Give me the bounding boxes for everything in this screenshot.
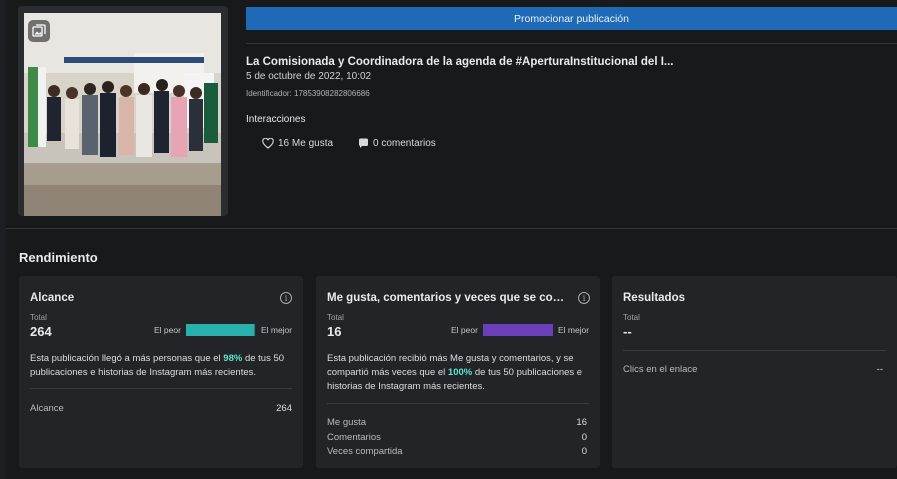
carousel-icon xyxy=(28,20,50,42)
engagement-title: Me gusta, comentarios y veces que se com… xyxy=(327,292,567,304)
reach-total-label: Total xyxy=(30,313,47,322)
engagement-description: Esta publicación recibió más Me gusta y … xyxy=(327,353,583,392)
divider xyxy=(6,228,897,229)
promote-post-button[interactable]: Promocionar publicación xyxy=(246,7,897,30)
shares-row: Veces compartida 0 xyxy=(327,446,587,457)
divider xyxy=(623,350,886,351)
scale-best-label: El mejor xyxy=(260,325,293,335)
interactions-heading: Interacciones xyxy=(246,114,306,125)
link-clicks-row: Clics en el enlace -- xyxy=(623,364,883,375)
engagement-card: Me gusta, comentarios y veces que se com… xyxy=(316,276,600,468)
comments-row: Comentarios 0 xyxy=(327,432,587,443)
likes-count: 16 Me gusta xyxy=(278,138,334,149)
divider xyxy=(246,43,897,44)
reach-title: Alcance xyxy=(30,292,75,304)
scale-best-label: El mejor xyxy=(557,325,590,335)
likes-metric: 16 Me gusta xyxy=(262,138,333,149)
results-total-label: Total xyxy=(623,313,640,322)
info-icon[interactable]: i xyxy=(578,292,590,304)
reach-row: Alcance 264 xyxy=(30,403,292,414)
divider xyxy=(327,403,589,404)
comments-count: 0 comentarios xyxy=(373,138,436,149)
post-thumbnail[interactable] xyxy=(18,6,228,216)
reach-total-value: 264 xyxy=(30,324,52,339)
results-total-value: -- xyxy=(623,324,632,339)
engagement-total-value: 16 xyxy=(327,324,342,339)
scale-worst-label: El peor xyxy=(451,325,478,335)
post-identifier: Identificador: 17853908282806686 xyxy=(246,89,370,98)
engagement-comparison-scale: El peor El mejor xyxy=(451,324,589,336)
reach-percent-highlight: 98% xyxy=(223,353,243,364)
comments-metric: 0 comentarios xyxy=(358,138,436,149)
comment-icon xyxy=(359,138,368,148)
results-card: Resultados Total -- Clics en el enlace -- xyxy=(612,276,897,468)
post-title: La Comisionada y Coordinadora de la agen… xyxy=(246,56,674,68)
engagement-comparison-bar xyxy=(482,324,553,336)
post-date: 5 de octubre de 2022, 10:02 xyxy=(246,71,372,82)
divider xyxy=(30,388,292,389)
reach-description: Esta publicación llegó a más personas qu… xyxy=(30,353,285,378)
reach-comparison-bar xyxy=(185,324,256,336)
results-title: Resultados xyxy=(623,292,685,304)
info-icon[interactable]: i xyxy=(280,292,292,304)
heart-icon xyxy=(262,138,274,149)
performance-heading: Rendimiento xyxy=(19,250,98,265)
post-photo xyxy=(24,13,221,216)
likes-row: Me gusta 16 xyxy=(327,417,587,428)
reach-card: Alcance i Total 264 El peor El mejor Est… xyxy=(19,276,303,468)
scale-worst-label: El peor xyxy=(154,325,181,335)
reach-comparison-scale: El peor El mejor xyxy=(154,324,292,336)
engagement-percent-highlight: 100% xyxy=(447,367,473,378)
engagement-total-label: Total xyxy=(327,313,344,322)
